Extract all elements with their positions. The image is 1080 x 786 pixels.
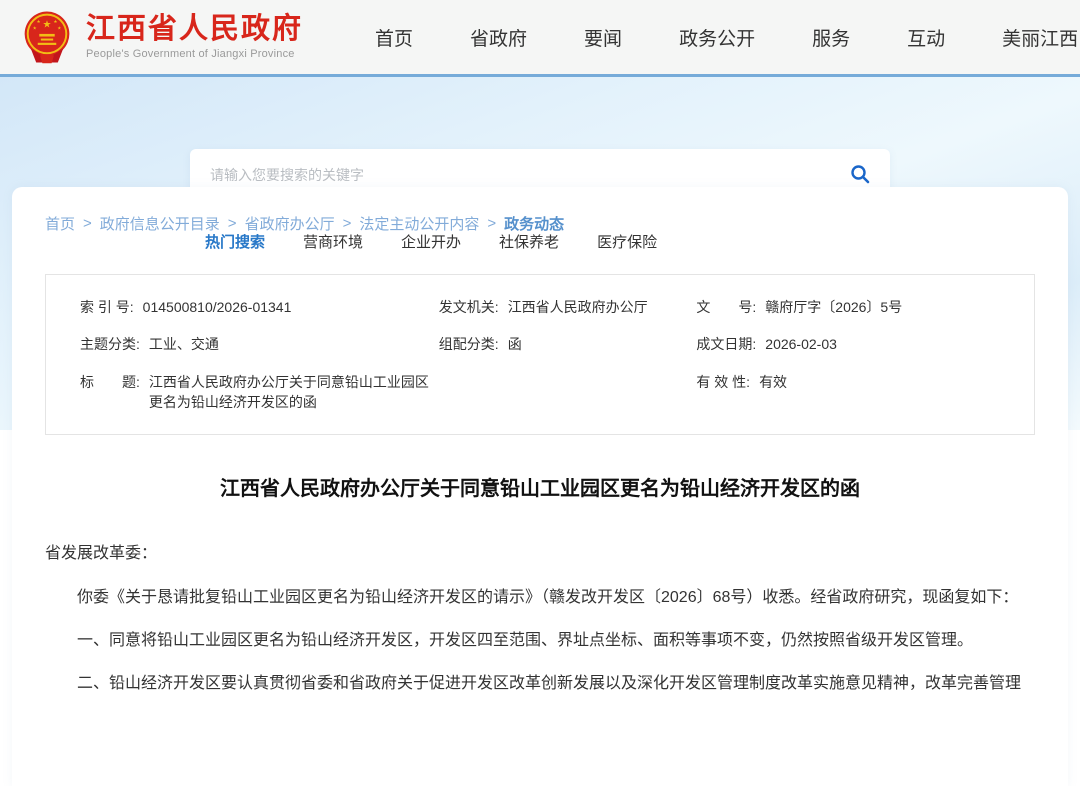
article-paragraph-item-2: 二、铅山经济开发区要认真贯彻省委和省政府关于促进开发区改革创新发展以及深化开发区… xyxy=(45,671,1035,697)
breadcrumb-separator: > xyxy=(83,215,92,232)
breadcrumb: 首页 > 政府信息公开目录 > 省政府办公厅 > 法定主动公开内容 > 政务动态 xyxy=(45,213,1035,234)
nav-item-provincial-govt[interactable]: 省政府 xyxy=(470,24,527,51)
meta-document-number-label: 文 号: xyxy=(696,297,756,317)
document-meta-table: 索 引 号: 014500810/2026-01341 发文机关: 江西省人民政… xyxy=(45,274,1035,435)
nav-item-interaction[interactable]: 互动 xyxy=(907,24,945,51)
meta-issuing-agency-label: 发文机关: xyxy=(439,297,499,317)
svg-text:★: ★ xyxy=(33,25,37,30)
breadcrumb-home[interactable]: 首页 xyxy=(45,213,75,234)
hot-search-item-medical-insurance[interactable]: 医疗保险 xyxy=(597,231,657,252)
meta-theme-category: 主题分类: 工业、交通 xyxy=(80,334,439,354)
meta-group-category-label: 组配分类: xyxy=(439,334,499,354)
meta-document-number-value: 赣府厅字〔2026〕5号 xyxy=(765,297,902,317)
nav-item-services[interactable]: 服务 xyxy=(812,24,850,51)
svg-text:★: ★ xyxy=(57,25,61,30)
nav-item-govt-affairs[interactable]: 政务公开 xyxy=(679,24,755,51)
site-title: 江西省人民政府 xyxy=(86,14,303,46)
national-emblem-icon: ★ ★ ★ ★ ★ xyxy=(20,8,74,66)
hot-search-item-business-env[interactable]: 营商环境 xyxy=(303,231,363,252)
meta-index-number-label: 索 引 号: xyxy=(80,297,134,317)
main-nav: 首页 省政府 要闻 政务公开 服务 互动 美丽江西 xyxy=(375,24,1078,51)
hot-search-item-social-security[interactable]: 社保养老 xyxy=(499,231,559,252)
content-card: 首页 > 政府信息公开目录 > 省政府办公厅 > 法定主动公开内容 > 政务动态… xyxy=(12,187,1068,786)
meta-theme-category-value: 工业、交通 xyxy=(149,334,219,354)
site-title-block: 江西省人民政府 People's Government of Jiangxi P… xyxy=(86,14,303,61)
breadcrumb-current-page: 政务动态 xyxy=(504,213,564,234)
meta-document-title-value: 江西省人民政府办公厅关于同意铅山工业园区更名为铅山经济开发区的函 xyxy=(149,372,439,413)
svg-text:★: ★ xyxy=(43,20,52,31)
meta-issue-date: 成文日期: 2026-02-03 xyxy=(696,334,1000,354)
meta-validity-label: 有 效 性: xyxy=(696,372,750,392)
breadcrumb-separator: > xyxy=(343,215,352,232)
meta-document-number: 文 号: 赣府厅字〔2026〕5号 xyxy=(696,297,1000,317)
svg-text:★: ★ xyxy=(53,19,57,24)
article-paragraph-item-1: 一、同意将铅山工业园区更名为铅山经济开发区，开发区四至范围、界址点坐标、面积等事… xyxy=(45,628,1035,654)
meta-index-number-value: 014500810/2026-01341 xyxy=(143,297,292,317)
meta-theme-category-label: 主题分类: xyxy=(80,334,140,354)
nav-item-home[interactable]: 首页 xyxy=(375,24,413,51)
meta-issuing-agency-value: 江西省人民政府办公厅 xyxy=(508,297,648,317)
breadcrumb-general-office[interactable]: 省政府办公厅 xyxy=(245,213,335,234)
breadcrumb-separator: > xyxy=(487,215,496,232)
meta-group-category: 组配分类: 函 xyxy=(439,334,697,354)
meta-issue-date-label: 成文日期: xyxy=(696,334,756,354)
breadcrumb-separator: > xyxy=(228,215,237,232)
site-header: ★ ★ ★ ★ ★ 江西省人民政府 People's Government of… xyxy=(0,0,1080,77)
meta-group-category-value: 函 xyxy=(508,334,522,354)
site-title-en: People's Government of Jiangxi Province xyxy=(86,48,303,60)
article-body: 省发展改革委： 你委《关于恳请批复铅山工业园区更名为铅山经济开发区的请示》（赣发… xyxy=(45,541,1035,698)
breadcrumb-info-directory[interactable]: 政府信息公开目录 xyxy=(100,213,220,234)
search-icon xyxy=(850,164,870,187)
search-input[interactable] xyxy=(210,167,850,183)
article-paragraph-intro: 你委《关于恳请批复铅山工业园区更名为铅山经济开发区的请示》（赣发改开发区〔202… xyxy=(45,585,1035,611)
meta-issue-date-value: 2026-02-03 xyxy=(765,334,837,354)
meta-index-number: 索 引 号: 014500810/2026-01341 xyxy=(80,297,439,317)
hot-search-item-company-setup[interactable]: 企业开办 xyxy=(401,231,461,252)
search-button[interactable] xyxy=(850,164,870,187)
hot-search-label[interactable]: 热门搜索 xyxy=(205,231,265,252)
article-title: 江西省人民政府办公厅关于同意铅山工业园区更名为铅山经济开发区的函 xyxy=(45,472,1035,501)
svg-text:★: ★ xyxy=(36,19,40,24)
meta-document-title: 标 题: 江西省人民政府办公厅关于同意铅山工业园区更名为铅山经济开发区的函 xyxy=(80,372,439,413)
nav-item-news[interactable]: 要闻 xyxy=(584,24,622,51)
article-salutation: 省发展改革委： xyxy=(45,541,1035,567)
meta-validity: 有 效 性: 有效 xyxy=(696,372,1000,413)
meta-document-title-label: 标 题: xyxy=(80,372,140,392)
meta-issuing-agency: 发文机关: 江西省人民政府办公厅 xyxy=(439,297,697,317)
site-logo[interactable]: ★ ★ ★ ★ ★ 江西省人民政府 People's Government of… xyxy=(20,8,303,66)
breadcrumb-statutory-disclosure[interactable]: 法定主动公开内容 xyxy=(359,213,479,234)
meta-validity-value: 有效 xyxy=(759,372,787,392)
nav-item-beautiful-jiangxi[interactable]: 美丽江西 xyxy=(1002,24,1078,51)
